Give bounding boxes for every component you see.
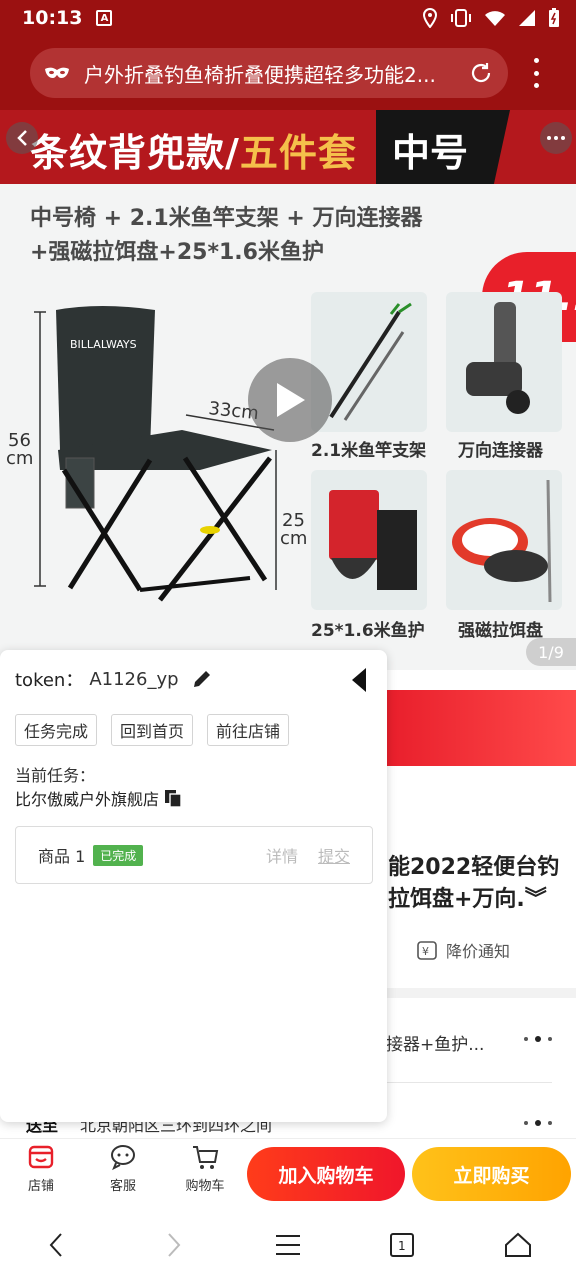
bait-tray-image xyxy=(452,479,552,603)
add-to-cart-button[interactable]: 加入购物车 xyxy=(247,1147,405,1201)
nav-home-button[interactable] xyxy=(502,1230,534,1260)
connector-image xyxy=(466,302,530,414)
customer-service-icon xyxy=(111,1145,135,1171)
accessory-label-4: 强磁拉饵盘 xyxy=(458,621,543,641)
token-label: token： xyxy=(15,670,84,691)
status-bar: 10:13 A xyxy=(0,0,576,36)
play-icon xyxy=(277,383,305,417)
chevron-left-icon xyxy=(17,130,27,146)
accessory-label-2: 万向连接器 xyxy=(458,441,543,461)
nav-forward-button[interactable] xyxy=(158,1230,190,1260)
accessory-connector xyxy=(446,292,562,432)
cart-tab[interactable]: 购物车 xyxy=(177,1143,233,1194)
banner-size-text: 中号 xyxy=(392,131,469,175)
product-title: 能2022轻便台钓 拉饵盘+万向.︾ xyxy=(388,855,560,912)
incognito-mask-icon xyxy=(45,67,69,78)
accessory-label-1: 2.1米鱼竿支架 xyxy=(311,441,427,461)
row-divider xyxy=(386,1082,552,1083)
shop-row: 比尔傲威户外旗舰店 xyxy=(15,786,183,810)
nav-tabs-button[interactable]: 1 xyxy=(386,1230,418,1260)
accessory-bait-tray xyxy=(446,470,562,610)
battery-icon xyxy=(549,8,559,27)
product-description: 中号椅 + 2.1米鱼竿支架 + 万向连接器 +强磁拉饵盘+25*1.6米鱼护 xyxy=(30,206,423,265)
status-badge: 已完成 xyxy=(93,844,144,866)
panel-button-row: 任务完成 回到首页 前往店铺 xyxy=(15,714,290,746)
tabs-icon: 1 xyxy=(390,1233,414,1257)
nav-menu-button[interactable] xyxy=(272,1230,304,1260)
task-item-card: 商品 1 已完成 详情 提交 xyxy=(15,826,373,884)
promo-banner[interactable] xyxy=(384,690,576,766)
accessory-label-3: 25*1.6米鱼护 xyxy=(311,621,425,641)
browser-toolbar: 户外折叠钓鱼椅折叠便携超轻多功能2... xyxy=(0,36,576,110)
item-name: 商品 1 xyxy=(38,847,86,866)
shop-name: 比尔傲威户外旗舰店 xyxy=(15,790,160,809)
chevron-right-icon xyxy=(168,1233,181,1257)
nav-back-button[interactable] xyxy=(40,1230,72,1260)
spec-selection[interactable]: 接器+鱼护... xyxy=(386,1030,484,1055)
task-complete-button[interactable]: 任务完成 xyxy=(15,714,98,746)
product-banner: 条纹背兜款/五件套 中号 xyxy=(0,110,576,184)
copy-icon[interactable] xyxy=(163,788,183,808)
video-play-button[interactable] xyxy=(248,358,332,442)
folding-chair-image: BILLALWAYS 33cm 56 cm 25 cm xyxy=(6,306,307,602)
detail-link[interactable]: 详情 xyxy=(266,843,298,867)
chair-brand-text: BILLALWAYS xyxy=(70,338,137,351)
go-to-store-button[interactable]: 前往店铺 xyxy=(207,714,290,746)
buy-now-button[interactable]: 立即购买 xyxy=(412,1147,571,1201)
image-pager: 1/9 xyxy=(526,638,576,666)
reload-icon[interactable] xyxy=(468,60,494,86)
wifi-icon xyxy=(485,11,505,26)
service-tab[interactable]: 客服 xyxy=(95,1143,151,1194)
signal-icon xyxy=(519,10,535,26)
shop-icon xyxy=(28,1145,54,1169)
submit-link[interactable]: 提交 xyxy=(318,843,350,867)
tab-count: 1 xyxy=(398,1239,406,1253)
accessory-fish-net xyxy=(311,470,427,610)
address-bar[interactable]: 户外折叠钓鱼椅折叠便携超轻多功能2... xyxy=(30,48,508,98)
more-button[interactable] xyxy=(540,122,572,154)
svg-text:¥: ¥ xyxy=(422,945,429,958)
current-task-label: 当前任务： xyxy=(15,766,96,785)
product-image-carousel[interactable]: 条纹背兜款/五件套 中号 中号椅 + 2.1米鱼竿支架 + 万向连接器 +强磁拉… xyxy=(0,110,576,670)
product-action-bar: 店铺 客服 购物车 加入购物车 立即购买 xyxy=(0,1138,576,1208)
status-time: 10:13 xyxy=(22,7,83,29)
hamburger-menu-icon xyxy=(276,1235,300,1255)
price-tag-icon: ¥ xyxy=(417,941,437,960)
banner-text: 条纹背兜款/五件套 xyxy=(30,131,357,175)
collapse-panel-icon[interactable] xyxy=(350,666,368,694)
token-value: A1126_yp xyxy=(89,668,179,690)
svg-text:cm: cm xyxy=(6,448,33,469)
edit-pencil-icon[interactable] xyxy=(191,668,213,690)
token-row: token： A1126_yp xyxy=(15,666,213,692)
spec-more-icon[interactable] xyxy=(524,1036,552,1042)
shopping-cart-icon xyxy=(193,1146,219,1169)
shop-tab[interactable]: 店铺 xyxy=(13,1143,69,1194)
back-button[interactable] xyxy=(6,122,38,154)
location-icon xyxy=(422,8,438,28)
notification-a-icon: A xyxy=(96,10,113,26)
price-drop-notice[interactable]: ¥ 降价通知 xyxy=(416,938,510,962)
fish-net-image xyxy=(329,490,417,590)
home-icon xyxy=(505,1232,531,1257)
status-icons xyxy=(422,8,560,28)
page-title: 户外折叠钓鱼椅折叠便携超轻多功能2... xyxy=(84,62,436,87)
chevron-left-icon xyxy=(49,1233,62,1257)
task-panel: token： A1126_yp 任务完成 回到首页 前往店铺 当前任务： 比尔傲… xyxy=(0,650,387,1122)
vibrate-icon xyxy=(451,9,471,27)
browser-nav-bar: 1 xyxy=(0,1208,576,1280)
svg-text:cm: cm xyxy=(280,528,307,549)
shipping-more-icon[interactable] xyxy=(524,1120,552,1126)
browser-menu-button[interactable] xyxy=(528,58,544,88)
back-home-button[interactable]: 回到首页 xyxy=(111,714,194,746)
